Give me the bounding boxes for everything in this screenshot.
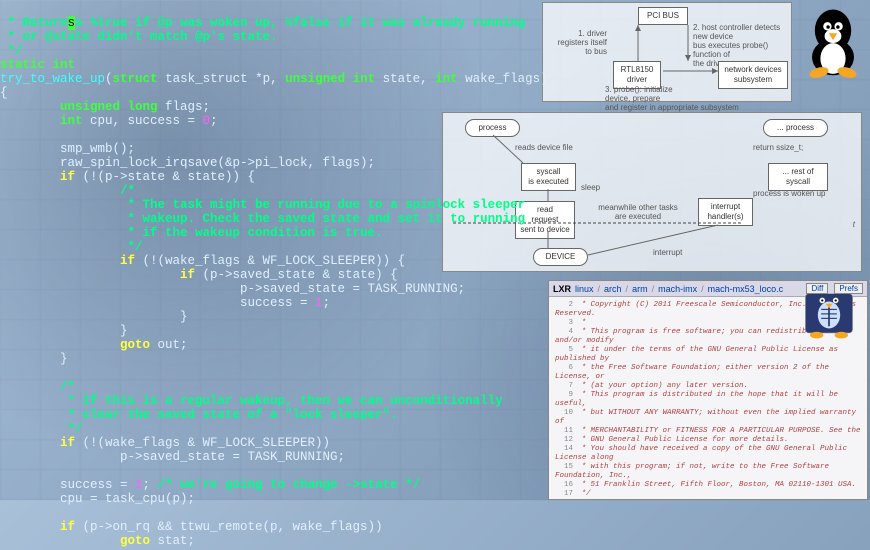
function-name: try_to_wake_up: [0, 72, 105, 86]
box-interrupt-handlers: interrupt handler(s): [698, 198, 753, 226]
code-text: smp_wmb();: [0, 142, 135, 156]
comment-line: */: [0, 240, 143, 254]
comment-line: * The task might be running due to a spi…: [0, 198, 525, 212]
code-text: }: [0, 352, 68, 366]
type-keyword: int: [0, 114, 83, 128]
comment-line: * if the wakeup condition is true.: [0, 226, 383, 240]
code-text: wake_flags): [458, 72, 548, 86]
keyword: if: [0, 254, 135, 268]
lxr-window: LXR linux/ arch/ arm/ mach-imx/ mach-mx5…: [548, 280, 868, 500]
code-text: }: [0, 324, 128, 338]
keyword: goto: [0, 534, 150, 548]
type-keyword: int: [435, 72, 458, 86]
label-meanwhile: meanwhile other tasks are executed: [593, 203, 683, 221]
code-text: {: [0, 86, 8, 100]
code-text: ;: [323, 296, 331, 310]
lxr-logo: LXR: [553, 284, 571, 294]
code-text: }: [0, 310, 188, 324]
note-3: 3. probe(): initialize device, prepare a…: [605, 85, 775, 112]
comment-line: * or @state didn't match @p's state.: [0, 30, 278, 44]
linux-tux-icon: [798, 2, 868, 80]
code-text: (p->saved_state & state) {: [195, 268, 398, 282]
code-text: success =: [0, 296, 315, 310]
code-text: success =: [0, 478, 135, 492]
source-code-listing: * Returnss %true if @p was woken up, %fa…: [0, 0, 548, 550]
label-woken-up: process is woken up: [753, 189, 825, 198]
keyword: if: [0, 436, 75, 450]
code-text: stat;: [150, 534, 195, 548]
comment-line: /*: [0, 184, 135, 198]
comment-line: s %true if @p was woken up, %false if it…: [75, 16, 525, 30]
type-keyword: unsigned int: [285, 72, 375, 86]
number-literal: 0: [203, 114, 211, 128]
code-text: (: [105, 72, 113, 86]
keyword: goto: [0, 338, 150, 352]
code-text: task_struct *p,: [158, 72, 286, 86]
keyword: if: [0, 520, 75, 534]
comment-inline: /* we're going to change ->state */: [158, 478, 421, 492]
comment-line: * wakeup. Check the saved state and set …: [0, 212, 525, 226]
number-literal: 1: [315, 296, 323, 310]
path-segment[interactable]: mach-imx: [658, 284, 697, 294]
note-1: 1. driver registers itself to bus: [547, 29, 607, 56]
comment-line: */: [0, 422, 83, 436]
comment-line: /*: [0, 380, 75, 394]
code-text: (!(wake_flags & WF_LOCK_SLEEPER)): [75, 436, 330, 450]
label-return: return ssize_t;: [753, 143, 803, 152]
code-text: cpu = task_cpu(p);: [0, 492, 195, 506]
label-sleep: sleep: [581, 183, 600, 192]
box-pcibus: PCI BUS: [638, 7, 688, 25]
diagram-driver-registration: PCI BUS 1. driver registers itself to bu…: [542, 2, 792, 102]
comment-line: * clear the saved state of a "lock sleep…: [0, 408, 398, 422]
label-time-axis: t: [853, 220, 855, 229]
type-keyword: struct: [113, 72, 158, 86]
keyword: if: [0, 170, 75, 184]
code-text: (p->on_rq && ttwu_remote(p, wake_flags)): [75, 520, 383, 534]
path-segment[interactable]: mach-mx53_loco.c: [708, 284, 784, 294]
comment-line: * Return: [0, 16, 68, 30]
lxr-tux-xray-icon: [801, 287, 857, 343]
code-text: p->saved_state = TASK_RUNNING;: [0, 450, 345, 464]
keyword: if: [0, 268, 195, 282]
comment-line: * If this is a regular wakeup, then we c…: [0, 394, 503, 408]
code-text: out;: [150, 338, 188, 352]
code-text: cpu, success =: [83, 114, 203, 128]
type-keyword: static int: [0, 58, 75, 72]
path-segment[interactable]: arm: [632, 284, 648, 294]
path-segment[interactable]: linux: [575, 284, 594, 294]
code-text: ;: [143, 478, 158, 492]
number-literal: 1: [135, 478, 143, 492]
label-interrupt: interrupt: [653, 248, 682, 257]
path-segment[interactable]: arch: [604, 284, 622, 294]
code-text: ;: [210, 114, 218, 128]
box-process-cont: ... process: [763, 119, 828, 137]
box-rest-syscall: ... rest of syscall: [768, 163, 828, 191]
type-keyword: unsigned long: [0, 100, 158, 114]
comment-line: */: [0, 44, 23, 58]
code-text: raw_spin_lock_irqsave(&p->pi_lock, flags…: [0, 156, 375, 170]
code-text: flags;: [158, 100, 211, 114]
code-text: state,: [375, 72, 435, 86]
text-cursor: s: [68, 16, 76, 30]
code-text: (!(p->state & state)) {: [75, 170, 255, 184]
code-text: p->saved_state = TASK_RUNNING;: [0, 282, 465, 296]
code-text: (!(wake_flags & WF_LOCK_SLEEPER)) {: [135, 254, 405, 268]
